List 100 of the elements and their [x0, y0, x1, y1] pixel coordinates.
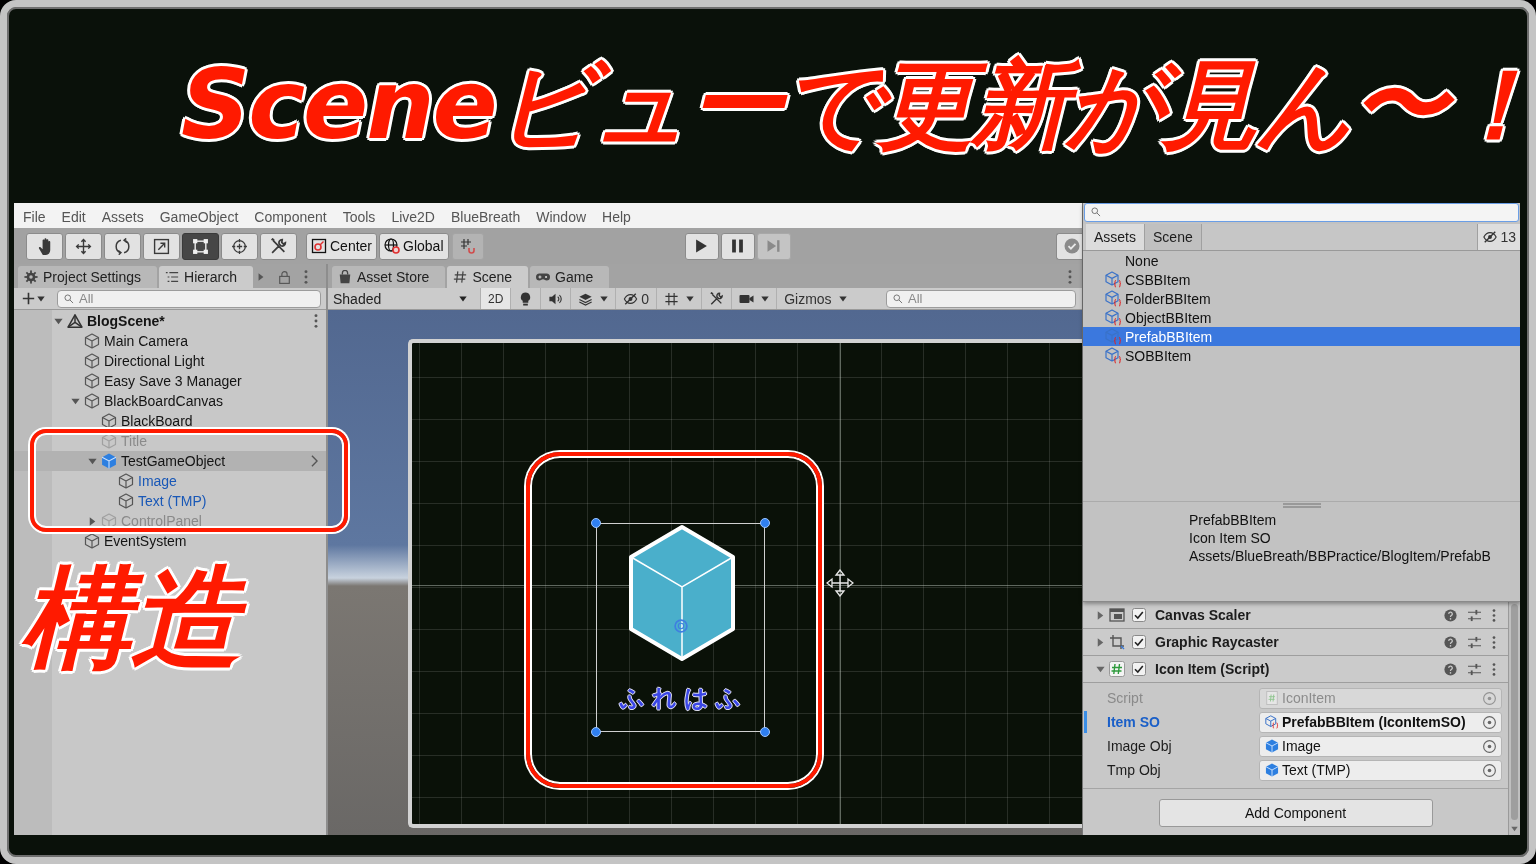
- menu-item[interactable]: GameObject: [159, 208, 239, 225]
- help-icon[interactable]: [1444, 608, 1457, 622]
- hierarchy-item[interactable]: BlogScene*: [14, 311, 326, 331]
- tool-button[interactable]: [221, 232, 258, 260]
- add-component-button[interactable]: Add Component: [1158, 799, 1433, 827]
- asset-item[interactable]: SOBBItem: [1083, 346, 1520, 365]
- hierarchy-item[interactable]: BlackBoardCanvas: [14, 391, 326, 411]
- scrollbar[interactable]: [1508, 602, 1520, 835]
- tab[interactable]: Hierarch: [159, 266, 253, 288]
- hash-icon: [453, 270, 468, 284]
- status-button[interactable]: [1056, 232, 1082, 260]
- handle-dot-icon[interactable]: [760, 727, 770, 737]
- sliders-icon[interactable]: [1468, 662, 1481, 676]
- add-button[interactable]: [22, 292, 45, 305]
- menu-item[interactable]: Assets: [101, 208, 144, 225]
- menu-item[interactable]: Live2D: [391, 208, 435, 225]
- menu-item[interactable]: Component: [254, 208, 327, 225]
- tool-button[interactable]: [182, 232, 219, 260]
- more-icon[interactable]: [1492, 608, 1496, 622]
- menu-item[interactable]: File: [23, 208, 46, 225]
- search-field[interactable]: All: [57, 289, 321, 308]
- menu-item[interactable]: Help: [602, 208, 631, 225]
- handle-dot-icon[interactable]: [591, 727, 601, 737]
- caret-down-icon[interactable]: [1511, 826, 1518, 832]
- more-icon[interactable]: [1492, 635, 1496, 649]
- caret-down-icon[interactable]: [1096, 664, 1105, 674]
- scrollbar-thumb[interactable]: [1511, 604, 1518, 820]
- hierarchy-item[interactable]: Text (TMP): [14, 491, 326, 511]
- search-field[interactable]: [1084, 203, 1519, 222]
- checkbox[interactable]: [1132, 608, 1146, 622]
- caret-down-icon[interactable]: [71, 396, 80, 406]
- hierarchy-item[interactable]: TestGameObject: [14, 451, 326, 471]
- search-icon: [1091, 207, 1101, 217]
- target-icon[interactable]: [1483, 763, 1496, 777]
- tab[interactable]: Asset Store: [332, 266, 446, 288]
- object-field[interactable]: PrefabBBItem (IconItemSO): [1259, 711, 1502, 733]
- sliders-icon[interactable]: [1468, 635, 1481, 649]
- checkbox[interactable]: [1132, 662, 1146, 676]
- chevron-right-icon[interactable]: [311, 455, 318, 467]
- menu-item[interactable]: Edit: [61, 208, 86, 225]
- tab[interactable]: Project Settings: [18, 266, 158, 288]
- checkbox[interactable]: [1132, 635, 1146, 649]
- hierarchy-item[interactable]: Image: [14, 471, 326, 491]
- gizmos-button[interactable]: Gizmos: [776, 288, 854, 309]
- tool-button[interactable]: [104, 232, 141, 260]
- tab[interactable]: Scene: [1145, 224, 1202, 250]
- target-icon[interactable]: [1483, 739, 1496, 753]
- caret-down-icon[interactable]: [88, 456, 97, 466]
- move-handle-icon[interactable]: [826, 569, 854, 597]
- menu-item[interactable]: BlueBreath: [450, 208, 521, 225]
- tool-button[interactable]: [26, 232, 63, 260]
- asset-item[interactable]: FolderBBItem: [1083, 289, 1520, 308]
- tab[interactable]: Assets: [1086, 224, 1145, 250]
- asset-item[interactable]: PrefabBBItem: [1083, 327, 1520, 346]
- hierarchy-item[interactable]: Directional Light: [14, 351, 326, 371]
- caret-down-icon[interactable]: [54, 316, 63, 326]
- scale-icon: [153, 237, 170, 255]
- more-icon[interactable]: [1492, 662, 1496, 676]
- asset-item[interactable]: None: [1083, 251, 1520, 270]
- help-icon[interactable]: [1444, 662, 1457, 676]
- pivot-ring-icon[interactable]: [674, 619, 688, 633]
- hierarchy-item[interactable]: BlackBoard: [14, 411, 326, 431]
- space-button[interactable]: Global: [379, 232, 449, 260]
- help-icon[interactable]: [1444, 635, 1457, 649]
- more-icon[interactable]: [314, 314, 318, 328]
- hidden-count-toggle[interactable]: 13: [1477, 224, 1520, 250]
- hierarchy-item[interactable]: EventSystem: [14, 531, 326, 551]
- pivot-button[interactable]: Center: [306, 232, 378, 260]
- tool-button[interactable]: [260, 232, 297, 260]
- menu-item[interactable]: Tools: [342, 208, 376, 225]
- more-icon[interactable]: [1068, 270, 1072, 284]
- pause-button[interactable]: [720, 232, 755, 260]
- object-field[interactable]: Text (TMP): [1259, 759, 1502, 781]
- lock-icon[interactable]: [278, 270, 290, 284]
- play-button[interactable]: [684, 232, 719, 260]
- more-icon[interactable]: [303, 270, 308, 284]
- splitter-handle[interactable]: [1282, 502, 1321, 508]
- caret-right-icon[interactable]: [256, 273, 265, 281]
- draw-mode-dropdown[interactable]: Shaded: [330, 288, 472, 309]
- tool-button[interactable]: [65, 232, 102, 260]
- search-field[interactable]: All: [886, 289, 1076, 308]
- asset-item[interactable]: ObjectBBItem: [1083, 308, 1520, 327]
- caret-right-icon[interactable]: [1096, 637, 1105, 647]
- menu-item[interactable]: Window: [536, 208, 587, 225]
- handle-dot-icon[interactable]: [760, 518, 770, 528]
- tab[interactable]: Scene: [447, 266, 529, 288]
- hierarchy-item[interactable]: Main Camera: [14, 331, 326, 351]
- object-field[interactable]: Image: [1259, 735, 1502, 757]
- mode-2d-button[interactable]: 2D: [480, 288, 511, 309]
- asset-item[interactable]: CSBBItem: [1083, 270, 1520, 289]
- tab[interactable]: Game: [530, 266, 610, 288]
- hierarchy-item[interactable]: Easy Save 3 Manager: [14, 371, 326, 391]
- sliders-icon[interactable]: [1468, 608, 1481, 622]
- hidden-objects-button[interactable]: 0: [615, 288, 657, 309]
- layers-icon: [578, 291, 594, 306]
- handle-dot-icon[interactable]: [591, 518, 601, 528]
- tool-button[interactable]: [143, 232, 180, 260]
- selection-frame[interactable]: [596, 523, 765, 732]
- caret-right-icon[interactable]: [1096, 610, 1105, 620]
- target-icon[interactable]: [1483, 715, 1496, 729]
